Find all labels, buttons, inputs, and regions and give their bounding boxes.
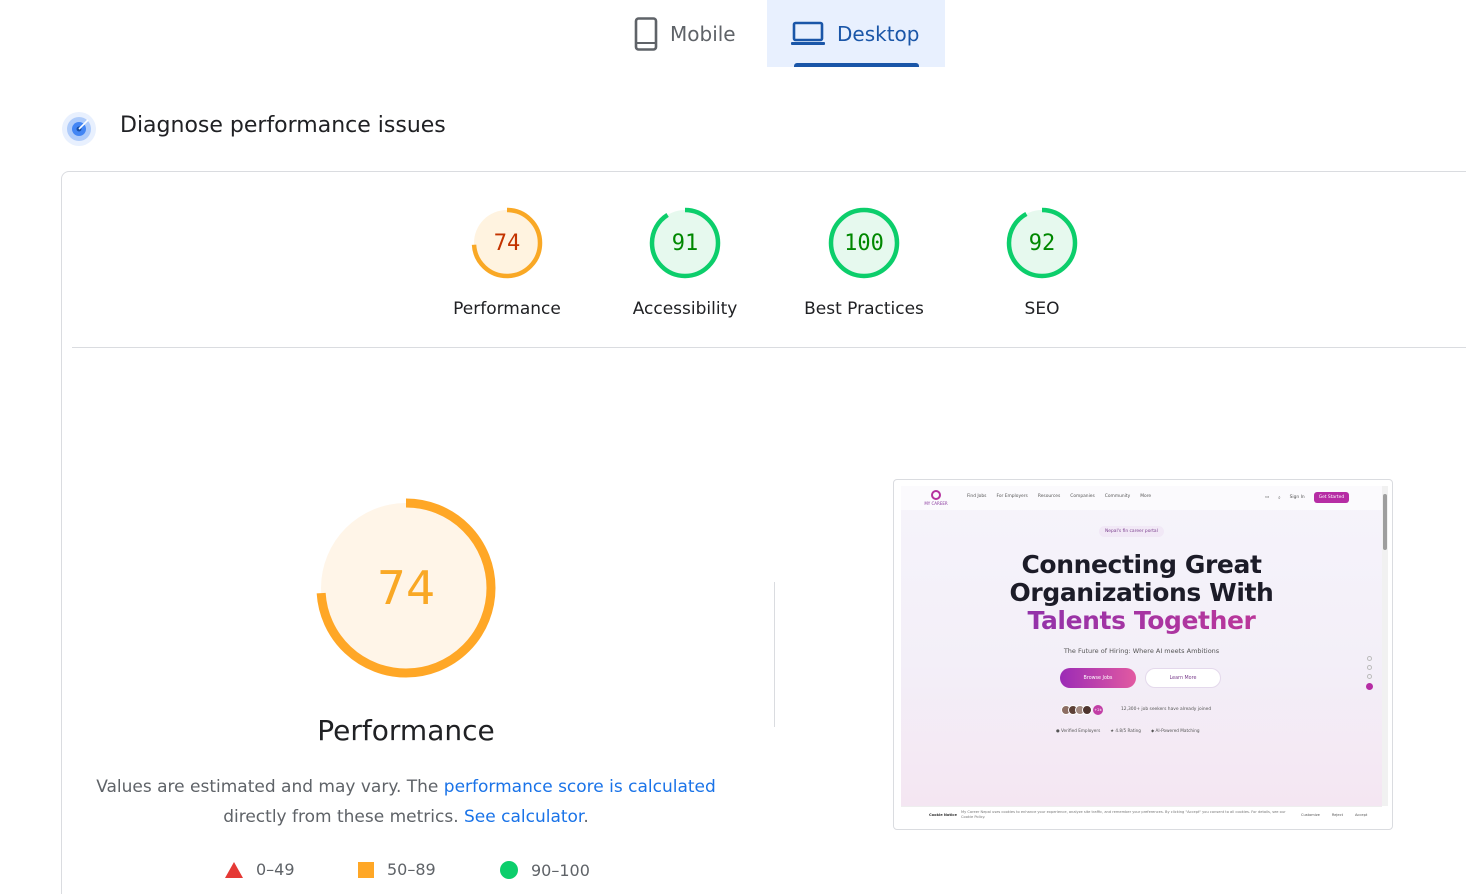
lighthouse-radar-icon bbox=[61, 111, 97, 147]
screenshot-badge: ★ 4.8/5 Rating bbox=[1110, 728, 1141, 733]
gauge-seo-label[interactable]: SEO bbox=[962, 299, 1122, 319]
circle-icon bbox=[500, 861, 518, 879]
screenshot-navbar: MY CAREER Find Jobs For Employers Resour… bbox=[901, 486, 1382, 510]
gauge-best-practices-label[interactable]: Best Practices bbox=[784, 299, 944, 319]
see-calculator-link[interactable]: See calculator bbox=[464, 807, 583, 827]
legend-pass-range: 90–100 bbox=[531, 860, 590, 880]
triangle-icon bbox=[225, 861, 243, 878]
screenshot-pill: Nepal's fin career portal bbox=[1099, 526, 1164, 537]
screenshot-heading-line2: Organizations With bbox=[1009, 578, 1274, 607]
phone-icon bbox=[634, 16, 658, 51]
gauge-best-practices[interactable]: 100 bbox=[828, 207, 900, 279]
card-divider bbox=[72, 347, 1466, 348]
screenshot-nav-item: Community bbox=[1104, 494, 1131, 499]
performance-score: 74 bbox=[376, 561, 436, 615]
gauge-seo[interactable]: 92 bbox=[1006, 207, 1078, 279]
screenshot-badge: ● Verified Employers bbox=[1056, 728, 1101, 733]
screenshot-nav-item: For Employers bbox=[996, 494, 1028, 499]
page: Mobile Desktop Diagnose performance issu… bbox=[0, 0, 1466, 894]
screenshot-avatars: +2k bbox=[1061, 705, 1103, 715]
screenshot-search-icon: ⌕ bbox=[1278, 495, 1281, 501]
performance-title: Performance bbox=[317, 714, 495, 747]
screenshot-nav-item: Companies bbox=[1070, 494, 1095, 499]
screenshot-content: MY CAREER Find Jobs For Employers Resour… bbox=[901, 486, 1382, 806]
screenshot-nav-item: Resources bbox=[1037, 494, 1061, 499]
tab-desktop[interactable]: Desktop bbox=[767, 0, 945, 67]
section-title: Diagnose performance issues bbox=[120, 113, 446, 138]
screenshot-subheading: The Future of Hiring: Where AI meets Amb… bbox=[1063, 647, 1220, 655]
note-suffix: . bbox=[583, 807, 589, 827]
screenshot-browse-jobs: Browse Jobs bbox=[1060, 668, 1136, 688]
screenshot-nav-item: Find Jobs bbox=[967, 494, 987, 499]
laptop-icon bbox=[791, 21, 825, 47]
legend-average: 50–89 bbox=[357, 860, 436, 879]
legend-pass: 90–100 bbox=[499, 860, 590, 880]
legend-fail: 0–49 bbox=[224, 860, 295, 879]
gauge-accessibility-label[interactable]: Accessibility bbox=[605, 299, 765, 319]
vertical-divider bbox=[774, 582, 775, 727]
screenshot-monitor-icon: ▭ bbox=[1265, 495, 1270, 500]
gauge-best-practices-score: 100 bbox=[844, 230, 884, 256]
legend-fail-range: 0–49 bbox=[256, 860, 295, 879]
screenshot-joined-text: 12,300+ job seekers have already joined bbox=[1121, 707, 1212, 712]
screenshot-logo: MY CAREER bbox=[923, 490, 949, 506]
screenshot-get-started: Get Started bbox=[1313, 492, 1350, 503]
screenshot-avatar-count: +2k bbox=[1093, 705, 1103, 715]
screenshot-nav-items: Find Jobs For Employers Resources Compan… bbox=[967, 494, 1151, 499]
gauge-accessibility-score: 91 bbox=[671, 230, 699, 256]
square-icon bbox=[358, 861, 374, 878]
tab-selected-indicator bbox=[794, 63, 919, 67]
gauge-performance[interactable]: 74 bbox=[471, 207, 543, 279]
screenshot-cookie-title: Cookie Notice bbox=[929, 813, 957, 817]
screenshot-cookie-banner: Cookie Notice My Career Nepal uses cooki… bbox=[901, 806, 1382, 822]
note-prefix: Values are estimated and may vary. The bbox=[96, 777, 444, 797]
gauge-performance-label[interactable]: Performance bbox=[427, 299, 587, 319]
screenshot-cookie-text: My Career Nepal uses cookies to enhance … bbox=[961, 810, 1286, 819]
screenshot-cookie-buttons: Customize Reject Accept bbox=[1301, 813, 1368, 817]
screenshot-scrollbar bbox=[1382, 486, 1388, 806]
gauge-seo-score: 92 bbox=[1028, 230, 1056, 256]
screenshot-badge: ◆ AI-Powered Matching bbox=[1150, 728, 1200, 733]
screenshot-nav-right: ▭ ⌕ Sign In Get Started bbox=[1265, 492, 1350, 503]
screenshot-badges: ● Verified Employers ★ 4.8/5 Rating ◆ AI… bbox=[1056, 728, 1200, 733]
screenshot-learn-more: Learn More bbox=[1145, 668, 1221, 688]
page-screenshot: MY CAREER Find Jobs For Employers Resour… bbox=[893, 479, 1393, 830]
screenshot-side-nav bbox=[1364, 656, 1374, 690]
score-calculation-link[interactable]: performance score is calculated bbox=[444, 777, 716, 797]
tab-mobile-label: Mobile bbox=[670, 21, 736, 46]
note-middle: directly from these metrics. bbox=[223, 807, 464, 827]
legend-average-range: 50–89 bbox=[387, 860, 436, 879]
screenshot-nav-item: More bbox=[1140, 494, 1152, 499]
screenshot-heading-line3: Talents Together bbox=[901, 606, 1382, 635]
tab-mobile[interactable]: Mobile bbox=[628, 0, 763, 67]
tab-desktop-label: Desktop bbox=[837, 21, 920, 46]
screenshot-sign-in: Sign In bbox=[1289, 495, 1305, 500]
performance-note: Values are estimated and may vary. The p… bbox=[96, 772, 716, 832]
screenshot-heading-line1: Connecting Great bbox=[1021, 550, 1262, 579]
gauge-performance-score: 74 bbox=[493, 230, 521, 256]
gauge-accessibility[interactable]: 91 bbox=[649, 207, 721, 279]
